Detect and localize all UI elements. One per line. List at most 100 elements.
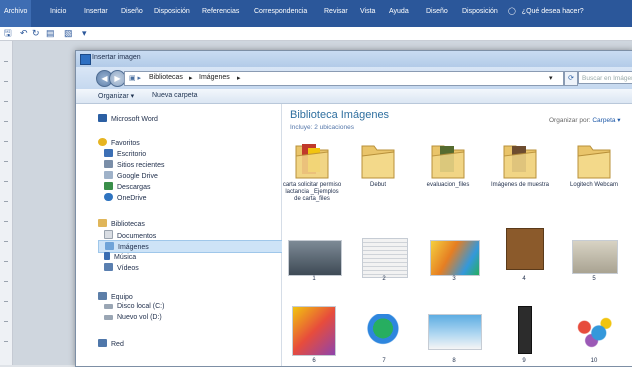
nav-item-videos[interactable]: Vídeos: [104, 263, 139, 272]
library-title: Biblioteca Imágenes: [290, 109, 390, 121]
image-item[interactable]: 9: [494, 306, 554, 366]
image-item[interactable]: 2: [354, 238, 414, 286]
new-folder-button[interactable]: Nueva carpeta: [152, 92, 198, 99]
nav-item-bibliotecas[interactable]: Bibliotecas: [98, 219, 145, 228]
drive-icon: [104, 171, 113, 179]
ribbon-tabs: Archivo Inicio Insertar Diseño Disposici…: [0, 0, 632, 27]
redo-icon[interactable]: ↻: [32, 28, 40, 39]
tab-archivo[interactable]: Archivo: [0, 0, 32, 27]
breadcrumb[interactable]: ▣ ▸ Bibliotecas ▸ Imágenes ▸ ▾: [124, 71, 564, 86]
word-icon: [98, 114, 107, 122]
image-item[interactable]: 10: [564, 306, 624, 366]
image-item[interactable]: 7: [354, 306, 414, 366]
nav-item-disco-c[interactable]: Disco local (C:): [104, 303, 164, 310]
tab-vista[interactable]: Vista: [356, 0, 379, 27]
nav-item-musica[interactable]: Música: [104, 252, 136, 261]
customize-toolbar-icon[interactable]: ▾: [82, 28, 87, 39]
nav-item-equipo[interactable]: Equipo: [98, 292, 133, 301]
folder-icon: [431, 145, 465, 179]
music-icon: [104, 252, 110, 260]
image-label: 6: [312, 358, 316, 364]
nav-item-disco-d[interactable]: Nuevo vol (D:): [104, 314, 162, 321]
folder-label: carta solicitar permiso lactancia _Ejemp…: [282, 182, 342, 202]
tab-disposicion-contextual[interactable]: Disposición: [458, 0, 502, 27]
nav-item-escritorio[interactable]: Escritorio: [104, 149, 146, 158]
image-item[interactable]: 4: [494, 228, 554, 286]
star-icon: [98, 138, 107, 146]
image-thumbnail: [428, 314, 482, 350]
image-thumbnail: [288, 240, 342, 276]
library-icon: [98, 219, 107, 227]
address-bar: ◀ ▶ ▣ ▸ Bibliotecas ▸ Imágenes ▸ ▾ ⟳ Bus…: [76, 67, 632, 89]
tell-me-box[interactable]: ◯ ¿Qué desea hacer?: [508, 0, 584, 27]
folder-item[interactable]: Imágenes de muestra: [490, 140, 550, 198]
tab-insertar[interactable]: Insertar: [80, 0, 112, 27]
tab-referencias[interactable]: Referencias: [198, 0, 243, 27]
network-icon: [98, 339, 107, 347]
folder-label: Debut: [369, 182, 386, 188]
nav-item-sitios-recientes[interactable]: Sitios recientes: [104, 160, 164, 169]
vertical-ruler: [0, 41, 13, 365]
library-locations-link[interactable]: Incluye: 2 ubicaciones: [290, 124, 354, 131]
image-item[interactable]: 3: [424, 238, 484, 286]
organize-button[interactable]: Organizar ▾: [98, 92, 134, 100]
tab-diseno-contextual[interactable]: Diseño: [422, 0, 452, 27]
library-folder-icon: ▣ ▸: [129, 75, 142, 82]
download-icon: [104, 182, 113, 190]
tab-disposicion[interactable]: Disposición: [150, 0, 194, 27]
folder-item[interactable]: evaluacion_files: [418, 140, 478, 198]
arrange-by-dropdown[interactable]: Carpeta ▾: [592, 117, 620, 124]
folder-item[interactable]: Debut: [348, 140, 408, 198]
dialog-app-icon: [80, 54, 91, 65]
dialog-title: Insertar imagen: [92, 54, 141, 61]
breadcrumb-imagenes[interactable]: Imágenes: [199, 74, 230, 81]
dialog-title-bar[interactable]: Insertar imagen: [76, 51, 632, 67]
quick-access-toolbar: 🖫 ↶ ↻ ▤ ▧ ▾: [0, 27, 632, 41]
tab-correspondencia[interactable]: Correspondencia: [250, 0, 311, 27]
image-item[interactable]: 1: [284, 238, 344, 286]
tab-inicio[interactable]: Inicio: [46, 0, 70, 27]
image-thumbnail: [572, 240, 618, 274]
tab-revisar[interactable]: Revisar: [320, 0, 352, 27]
nav-item-red[interactable]: Red: [98, 339, 124, 348]
image-label: 3: [452, 276, 456, 282]
folder-icon: [577, 145, 611, 179]
tab-ayuda[interactable]: Ayuda: [385, 0, 413, 27]
breadcrumb-bibliotecas[interactable]: Bibliotecas: [149, 74, 183, 81]
pictures-icon: [105, 242, 114, 250]
nav-item-favoritos[interactable]: Favoritos: [98, 138, 140, 147]
image-thumbnail: [430, 240, 480, 276]
file-list-pane: Biblioteca Imágenes Incluye: 2 ubicacion…: [282, 104, 632, 366]
refresh-button[interactable]: ⟳: [564, 71, 578, 86]
image-item[interactable]: 5: [564, 238, 624, 286]
nav-item-microsoft-word[interactable]: Microsoft Word: [98, 114, 158, 123]
undo-icon[interactable]: ↶: [20, 28, 28, 39]
folder-icon: [295, 144, 329, 179]
image-item[interactable]: 6: [284, 306, 344, 366]
nav-item-documentos[interactable]: Documentos: [104, 230, 156, 240]
nav-item-descargas[interactable]: Descargas: [104, 182, 150, 191]
lightbulb-icon: ◯: [508, 8, 516, 15]
arrange-by-label: Organizar por:: [549, 117, 591, 124]
folder-item[interactable]: carta solicitar permiso lactancia _Ejemp…: [282, 140, 342, 202]
folder-label: Imágenes de muestra: [490, 182, 550, 188]
address-dropdown-icon[interactable]: ▾: [549, 74, 553, 82]
new-document-icon[interactable]: ▧: [64, 28, 73, 39]
tab-diseno[interactable]: Diseño: [117, 0, 147, 27]
print-preview-icon[interactable]: ▤: [46, 28, 55, 39]
folder-label: Logitech Webcam: [570, 182, 618, 188]
nav-item-google-drive[interactable]: Google Drive: [104, 171, 158, 180]
image-label: 5: [592, 276, 596, 282]
image-item[interactable]: 8: [424, 306, 484, 366]
image-thumbnail: [518, 306, 532, 354]
search-input[interactable]: Buscar en Imágenes: [578, 71, 632, 84]
folder-label: evaluacion_files: [426, 182, 470, 188]
save-icon[interactable]: 🖫: [4, 28, 12, 39]
nav-item-onedrive[interactable]: OneDrive: [104, 193, 147, 202]
image-label: 8: [452, 358, 456, 364]
drive-d-icon: [104, 315, 113, 320]
video-icon: [104, 263, 113, 271]
breadcrumb-chevron-icon[interactable]: ▸: [237, 74, 241, 82]
tell-me-text: ¿Qué desea hacer?: [521, 8, 584, 15]
folder-item[interactable]: Logitech Webcam: [564, 140, 624, 198]
